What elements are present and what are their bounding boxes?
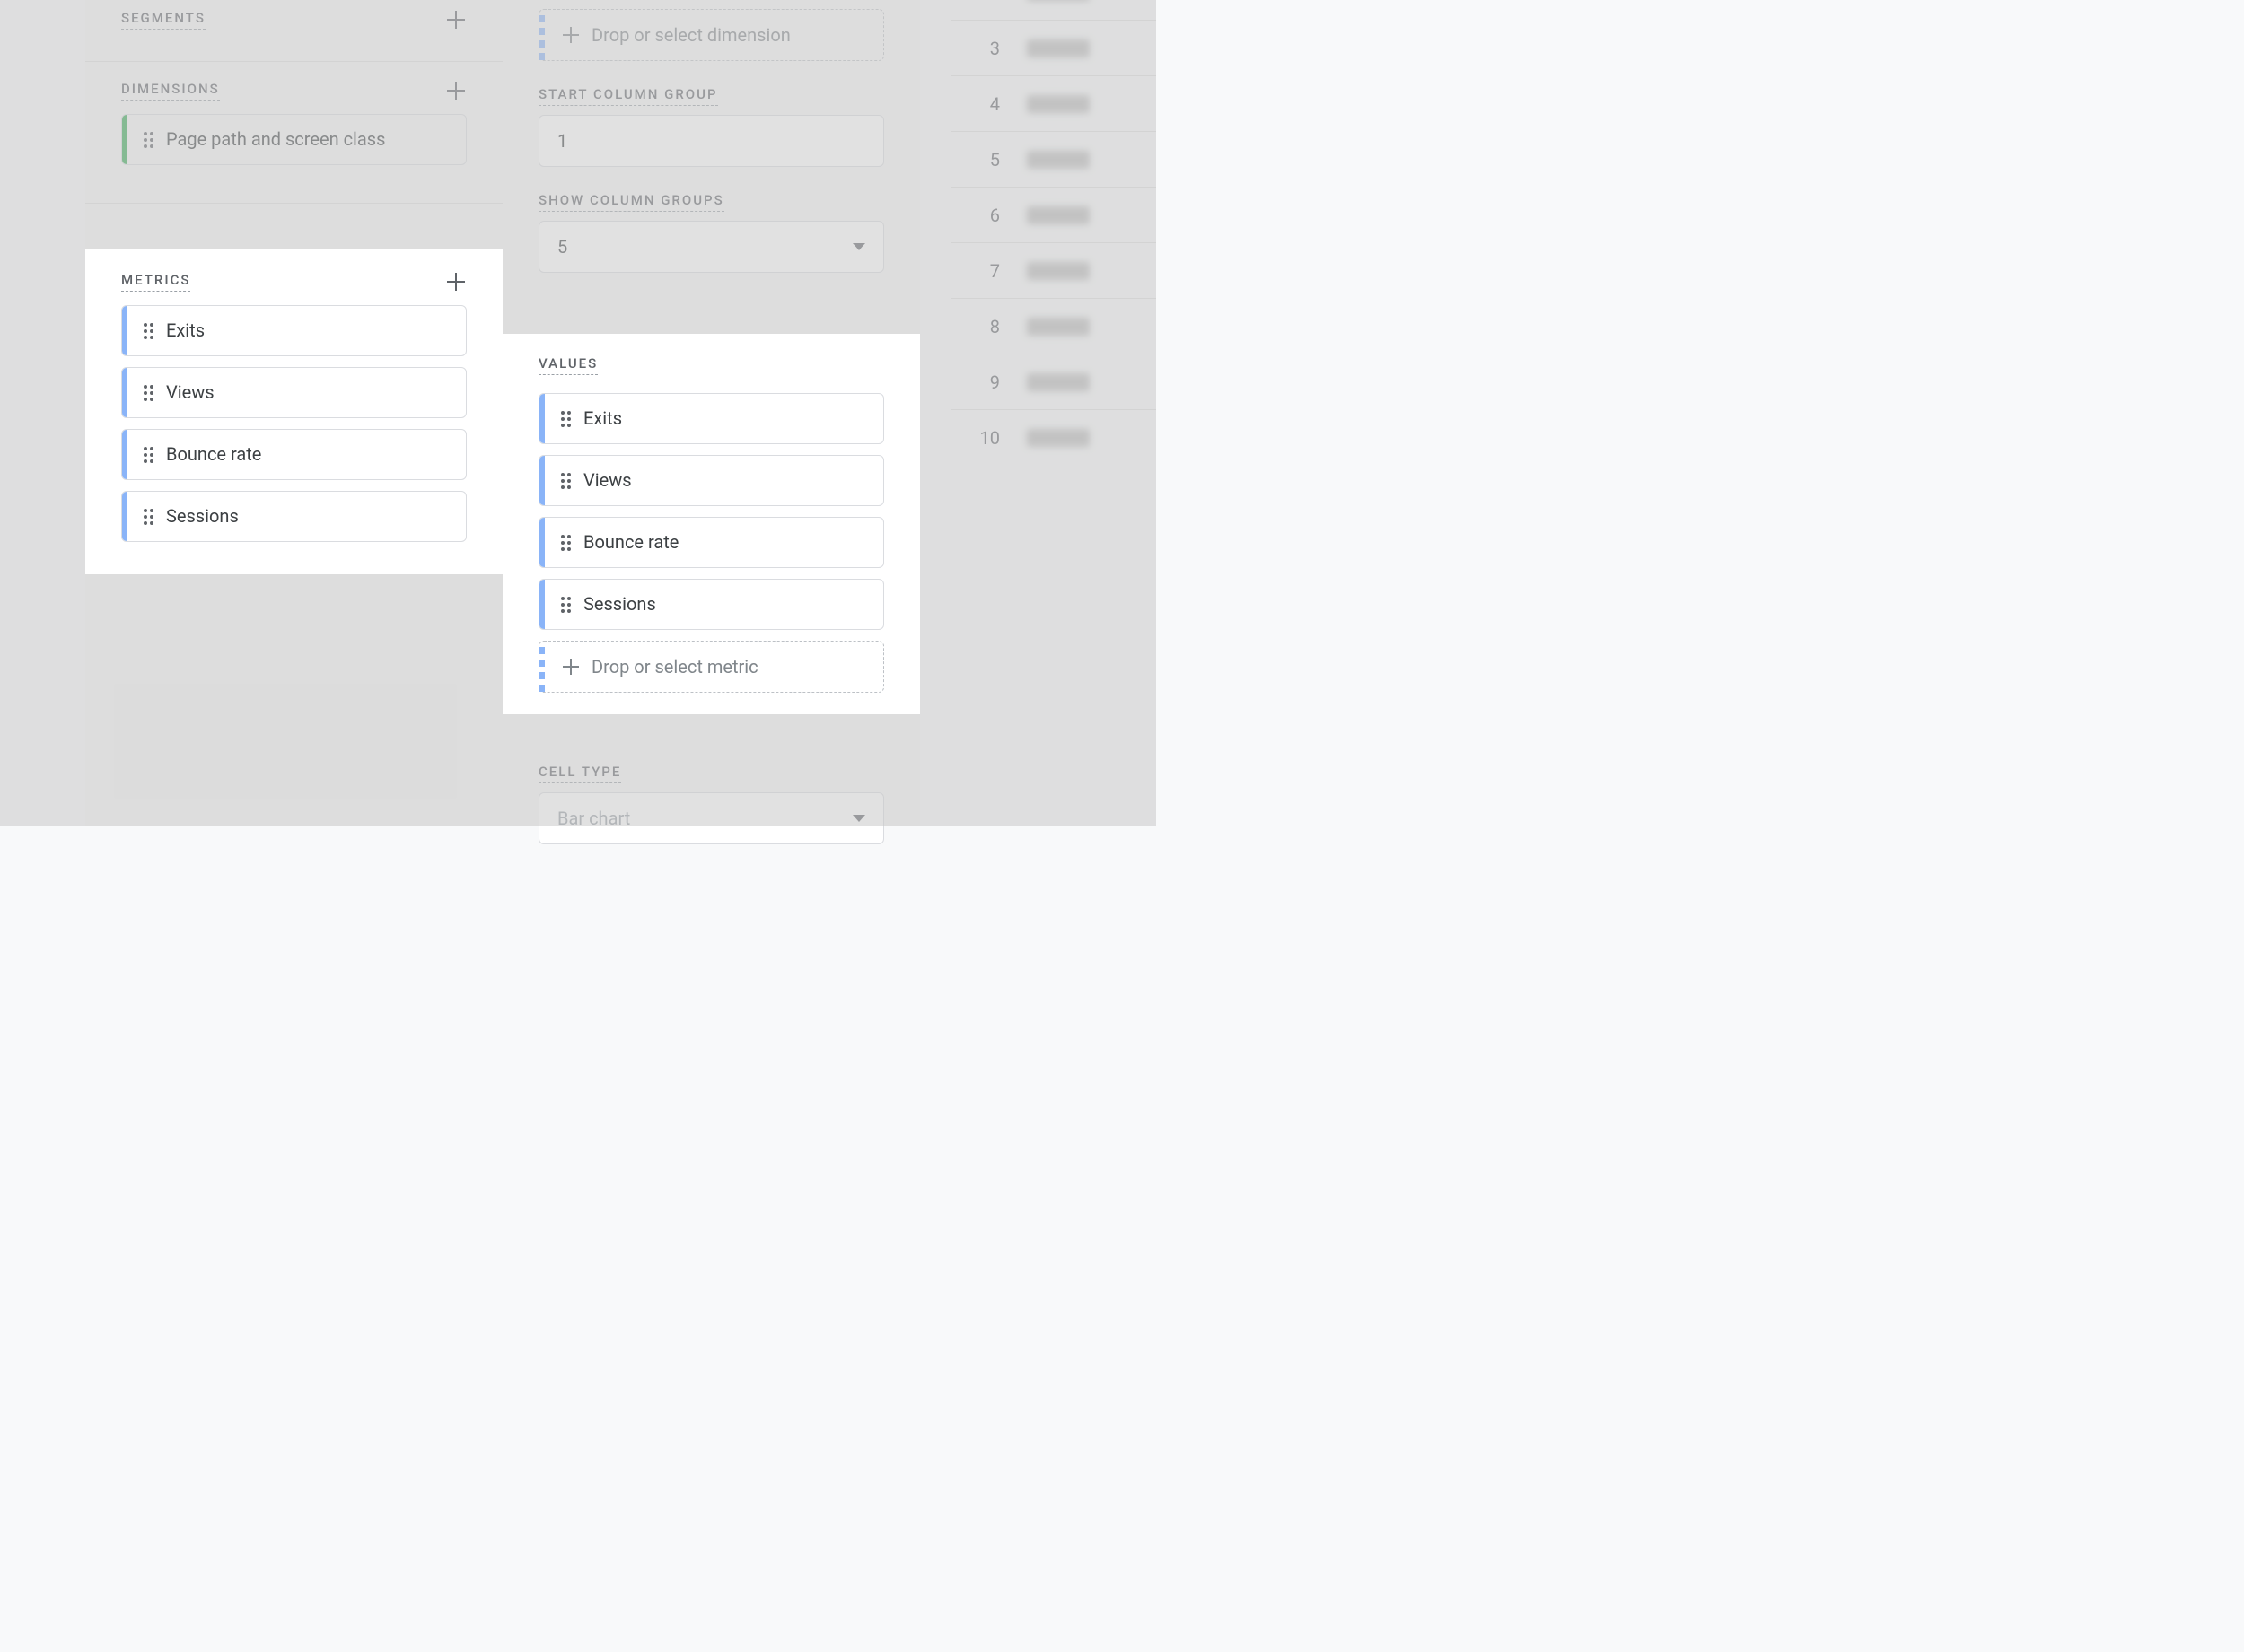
dashed-stripe bbox=[539, 642, 545, 692]
drop-metric-target[interactable]: Drop or select metric bbox=[539, 641, 884, 693]
drag-handle-icon[interactable] bbox=[144, 385, 153, 401]
row-index: 7 bbox=[969, 260, 1000, 282]
metric-chip[interactable]: Sessions bbox=[121, 491, 467, 542]
drag-handle-icon[interactable] bbox=[144, 323, 153, 339]
row-index: 2 bbox=[969, 0, 1000, 3]
metric-chip[interactable]: Bounce rate bbox=[121, 429, 467, 480]
row-index: 6 bbox=[969, 205, 1000, 226]
start-col-group-title: START COLUMN GROUP bbox=[539, 86, 718, 106]
metric-chip-label: Sessions bbox=[583, 592, 656, 616]
chip-stripe bbox=[122, 115, 127, 164]
metric-chip-label: Exits bbox=[583, 406, 622, 431]
add-dimension-icon[interactable] bbox=[445, 80, 467, 101]
metric-chip[interactable]: Sessions bbox=[539, 579, 884, 630]
cell-type-value: Bar chart bbox=[557, 808, 630, 829]
metric-chip[interactable]: Exits bbox=[539, 393, 884, 444]
drag-handle-icon[interactable] bbox=[561, 411, 571, 427]
row-index: 3 bbox=[969, 38, 1000, 59]
result-row[interactable]: 3 bbox=[951, 20, 1156, 75]
row-index: 10 bbox=[969, 427, 1000, 449]
segments-section: SEGMENTS bbox=[85, 0, 503, 62]
result-row[interactable]: 2 bbox=[951, 0, 1156, 20]
row-index: 4 bbox=[969, 93, 1000, 115]
metrics-section: METRICS Exits Views Bounce rate Sessions bbox=[85, 249, 503, 574]
metric-chip-label: Sessions bbox=[166, 504, 239, 529]
row-index: 9 bbox=[969, 371, 1000, 393]
chevron-down-icon bbox=[853, 243, 865, 250]
metric-chip-label: Bounce rate bbox=[166, 442, 261, 467]
metric-chip[interactable]: Bounce rate bbox=[539, 517, 884, 568]
result-row[interactable]: 9 bbox=[951, 354, 1156, 409]
drag-handle-icon[interactable] bbox=[561, 535, 571, 551]
drop-dimension-label: Drop or select dimension bbox=[592, 24, 791, 46]
chip-stripe bbox=[122, 492, 127, 541]
row-index: 5 bbox=[969, 149, 1000, 170]
show-col-groups-title: SHOW COLUMN GROUPS bbox=[539, 192, 724, 212]
show-col-groups-select[interactable]: 5 bbox=[539, 221, 884, 273]
cell-type-title: CELL TYPE bbox=[539, 764, 621, 783]
plus-icon bbox=[563, 27, 579, 43]
blurred-value bbox=[1027, 373, 1090, 391]
show-col-groups-value: 5 bbox=[557, 236, 567, 258]
blurred-value bbox=[1027, 151, 1090, 169]
columns-section: Drop or select dimension START COLUMN GR… bbox=[503, 0, 920, 291]
blurred-value bbox=[1027, 262, 1090, 280]
metric-chip-label: Bounce rate bbox=[583, 530, 679, 555]
row-index: 8 bbox=[969, 316, 1000, 337]
dimensions-title: DIMENSIONS bbox=[121, 81, 220, 101]
blurred-value bbox=[1027, 0, 1090, 1]
metric-chip-label: Views bbox=[166, 380, 215, 405]
values-title: VALUES bbox=[539, 355, 598, 375]
result-row[interactable]: 8 bbox=[951, 298, 1156, 354]
blurred-value bbox=[1027, 95, 1090, 113]
metric-chip-label: Exits bbox=[166, 319, 205, 343]
metric-chip[interactable]: Exits bbox=[121, 305, 467, 356]
result-row[interactable]: 5 bbox=[951, 131, 1156, 187]
drag-handle-icon[interactable] bbox=[561, 473, 571, 489]
start-col-group-input[interactable]: 1 bbox=[539, 115, 884, 167]
drop-metric-label: Drop or select metric bbox=[592, 656, 758, 677]
chip-stripe bbox=[539, 394, 545, 443]
add-segment-icon[interactable] bbox=[445, 9, 467, 31]
plus-icon bbox=[563, 659, 579, 675]
chip-stripe bbox=[539, 456, 545, 505]
cell-type-section: CELL TYPE Bar chart bbox=[503, 746, 920, 862]
blurred-value bbox=[1027, 206, 1090, 224]
chip-stripe bbox=[122, 306, 127, 355]
dimension-chip-label: Page path and screen class bbox=[166, 127, 385, 152]
metric-chip-label: Views bbox=[583, 468, 632, 493]
start-col-group-value: 1 bbox=[557, 130, 567, 152]
blurred-value bbox=[1027, 39, 1090, 57]
metrics-title: METRICS bbox=[121, 272, 190, 292]
drag-handle-icon[interactable] bbox=[144, 132, 153, 148]
blurred-value bbox=[1027, 429, 1090, 447]
values-section: VALUES Exits Views Bounce rate Sessions Dro… bbox=[503, 334, 920, 714]
chip-stripe bbox=[122, 368, 127, 417]
drag-handle-icon[interactable] bbox=[561, 597, 571, 613]
chip-stripe bbox=[539, 518, 545, 567]
chip-stripe bbox=[122, 430, 127, 479]
dimensions-section: DIMENSIONS Page path and screen class bbox=[85, 62, 503, 204]
chip-stripe bbox=[539, 580, 545, 629]
chevron-down-icon bbox=[853, 815, 865, 822]
dashed-stripe bbox=[539, 10, 545, 60]
cell-type-select[interactable]: Bar chart bbox=[539, 792, 884, 844]
metric-chip[interactable]: Views bbox=[121, 367, 467, 418]
drag-handle-icon[interactable] bbox=[144, 509, 153, 525]
dimension-chip[interactable]: Page path and screen class bbox=[121, 114, 467, 165]
segments-title: SEGMENTS bbox=[121, 10, 206, 30]
result-row[interactable]: 6 bbox=[951, 187, 1156, 242]
add-metric-icon[interactable] bbox=[445, 271, 467, 293]
result-row[interactable]: 4 bbox=[951, 75, 1156, 131]
result-row[interactable]: 7 bbox=[951, 242, 1156, 298]
drag-handle-icon[interactable] bbox=[144, 447, 153, 463]
metric-chip[interactable]: Views bbox=[539, 455, 884, 506]
blurred-value bbox=[1027, 318, 1090, 336]
drop-dimension-target[interactable]: Drop or select dimension bbox=[539, 9, 884, 61]
results-table: 2 3 4 5 6 7 8 9 10 bbox=[951, 0, 1156, 826]
result-row[interactable]: 10 bbox=[951, 409, 1156, 465]
